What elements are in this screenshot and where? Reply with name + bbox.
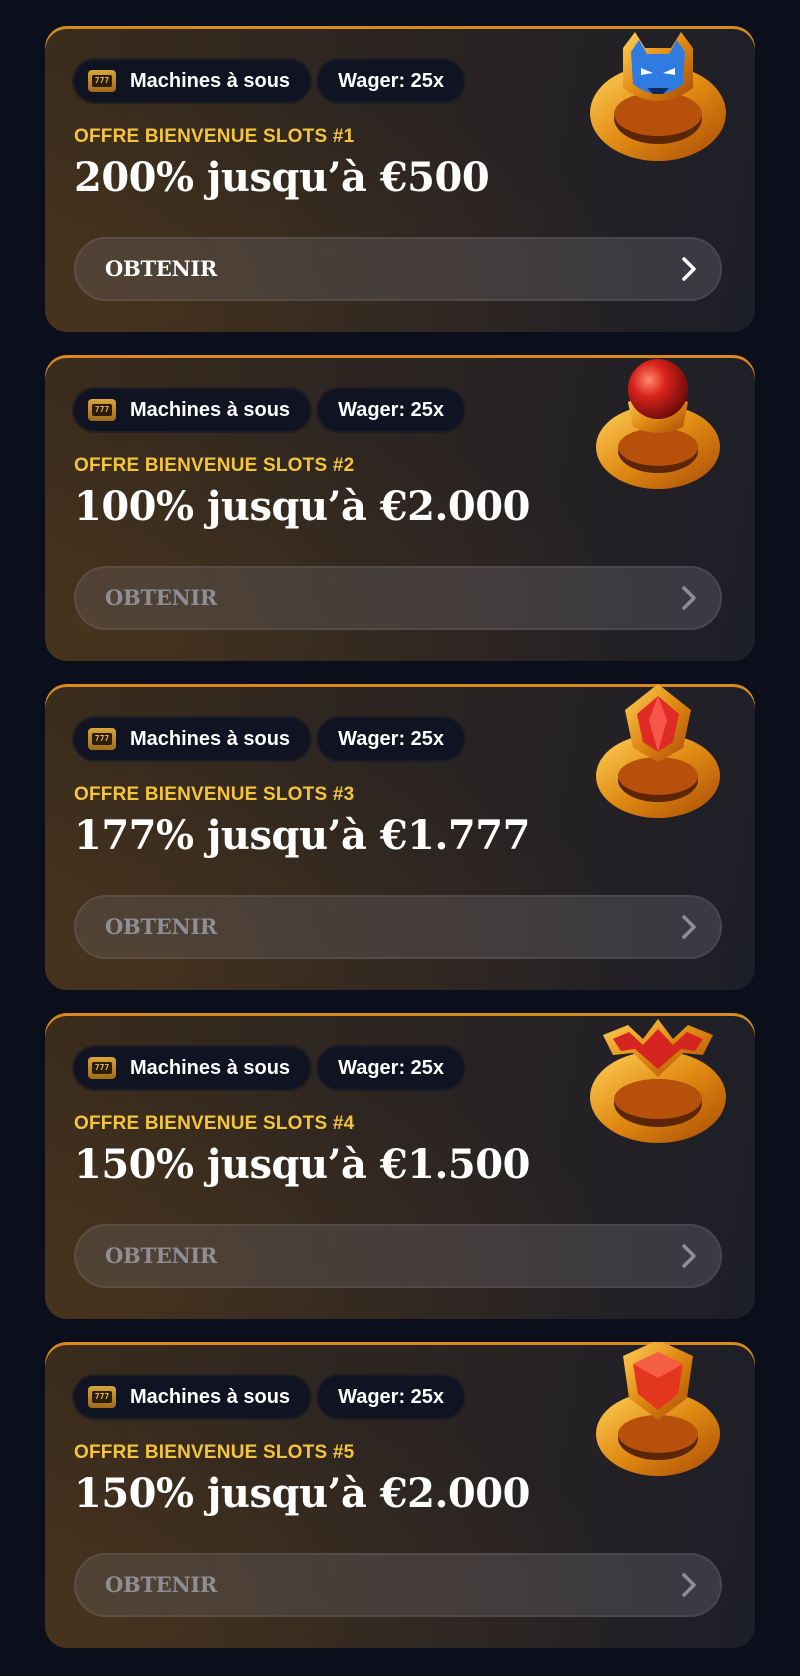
obtain-button-label: OBTENIR [105, 1572, 218, 1597]
category-label: Machines à sous [130, 727, 291, 750]
red-shield-gem-ring-icon [596, 1342, 720, 1476]
offer-subtitle: OFFRE BIENVENUE SLOTS #5 [74, 1442, 355, 1463]
slot-machine-icon: 777 [88, 399, 116, 421]
offer-card-1: 777 Machines à sous Wager: 25x OFFRE BIE… [45, 26, 755, 332]
tag-row: 777 Machines à sous Wager: 25x [74, 60, 465, 102]
offer-title: 150% jusqu’à €1.500 [74, 1141, 530, 1188]
category-label: Machines à sous [130, 398, 291, 421]
offer-card-5: 777 Machines à sous Wager: 25x OFFRE BIE… [45, 1342, 755, 1648]
category-tag: 777 Machines à sous [74, 1047, 311, 1089]
slot-machine-icon: 777 [88, 728, 116, 750]
offer-title: 177% jusqu’à €1.777 [74, 812, 530, 859]
wager-tag: Wager: 25x [318, 1376, 465, 1418]
offer-card-3: 777 Machines à sous Wager: 25x OFFRE BIE… [45, 684, 755, 990]
slot-machine-icon: 777 [88, 70, 116, 92]
red-orb-ring-icon [596, 359, 720, 489]
tag-row: 777 Machines à sous Wager: 25x [74, 1376, 465, 1418]
chevron-right-icon [682, 1573, 696, 1597]
obtain-button-label: OBTENIR [105, 256, 218, 281]
offer-subtitle: OFFRE BIENVENUE SLOTS #4 [74, 1113, 355, 1134]
category-tag: 777 Machines à sous [74, 1376, 311, 1418]
chevron-right-icon [682, 586, 696, 610]
category-tag: 777 Machines à sous [74, 60, 311, 102]
category-label: Machines à sous [130, 1056, 291, 1079]
red-bat-ring-icon [590, 1019, 726, 1143]
wager-tag: Wager: 25x [318, 718, 465, 760]
tag-row: 777 Machines à sous Wager: 25x [74, 1047, 465, 1089]
offer-card-4: 777 Machines à sous Wager: 25x OFFRE BIE… [45, 1013, 755, 1319]
wager-tag: Wager: 25x [318, 389, 465, 431]
offers-list: 777 Machines à sous Wager: 25x OFFRE BIE… [0, 0, 800, 1676]
slot-machine-icon: 777 [88, 1386, 116, 1408]
offer-subtitle: OFFRE BIENVENUE SLOTS #3 [74, 784, 355, 805]
obtain-button[interactable]: OBTENIR [74, 1553, 722, 1617]
blue-demon-ring-icon [590, 32, 726, 161]
category-label: Machines à sous [130, 1385, 291, 1408]
tag-row: 777 Machines à sous Wager: 25x [74, 389, 465, 431]
category-tag: 777 Machines à sous [74, 389, 311, 431]
wager-tag: Wager: 25x [318, 1047, 465, 1089]
obtain-button[interactable]: OBTENIR [74, 1224, 722, 1288]
category-tag: 777 Machines à sous [74, 718, 311, 760]
chevron-right-icon [682, 915, 696, 939]
red-crystal-ring-icon [596, 684, 720, 818]
wager-tag: Wager: 25x [318, 60, 465, 102]
obtain-button[interactable]: OBTENIR [74, 237, 722, 301]
obtain-button[interactable]: OBTENIR [74, 566, 722, 630]
tag-row: 777 Machines à sous Wager: 25x [74, 718, 465, 760]
offer-title: 100% jusqu’à €2.000 [74, 483, 530, 530]
chevron-right-icon [682, 1244, 696, 1268]
obtain-button-label: OBTENIR [105, 1243, 218, 1268]
obtain-button[interactable]: OBTENIR [74, 895, 722, 959]
offer-subtitle: OFFRE BIENVENUE SLOTS #1 [74, 126, 355, 147]
slot-machine-icon: 777 [88, 1057, 116, 1079]
offer-title: 200% jusqu’à €500 [74, 154, 490, 201]
offer-title: 150% jusqu’à €2.000 [74, 1470, 530, 1517]
offer-subtitle: OFFRE BIENVENUE SLOTS #2 [74, 455, 355, 476]
offer-card-2: 777 Machines à sous Wager: 25x OFFRE BIE… [45, 355, 755, 661]
category-label: Machines à sous [130, 69, 291, 92]
obtain-button-label: OBTENIR [105, 914, 218, 939]
chevron-right-icon [682, 257, 696, 281]
obtain-button-label: OBTENIR [105, 585, 218, 610]
